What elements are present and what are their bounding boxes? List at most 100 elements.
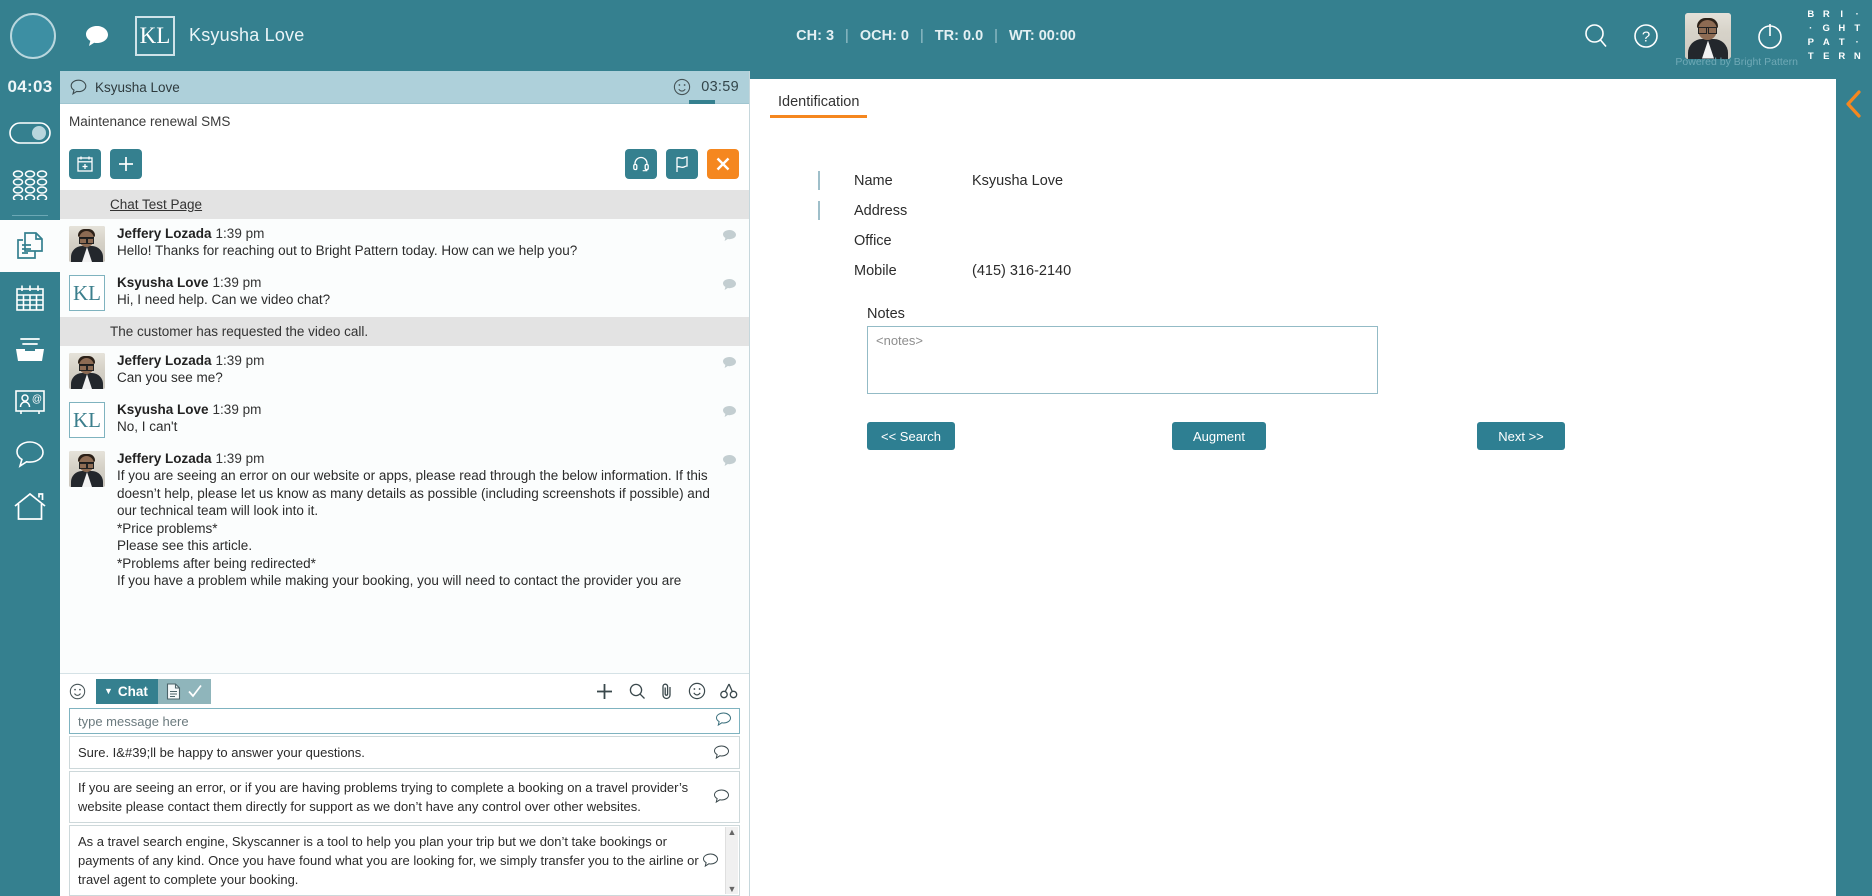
session-clock: 04:03 bbox=[7, 77, 53, 96]
search-icon[interactable] bbox=[1571, 11, 1621, 61]
message-author: Jeffery Lozada bbox=[117, 226, 212, 241]
stat-wt: WT: 00:00 bbox=[1008, 27, 1076, 44]
suggestion-item[interactable]: As a travel search engine, Skyscanner is… bbox=[69, 825, 740, 896]
document-icon[interactable] bbox=[166, 682, 181, 700]
search-button[interactable]: << Search bbox=[867, 422, 955, 450]
sidebar-item-home[interactable] bbox=[0, 480, 60, 532]
field-value-address bbox=[972, 196, 1872, 226]
message-bubble-icon[interactable] bbox=[722, 278, 737, 292]
chat-bubble-icon bbox=[70, 79, 87, 95]
suggestion-text: Sure. I&#39;ll be happy to answer your q… bbox=[78, 745, 365, 760]
smiley-icon[interactable] bbox=[673, 78, 691, 96]
sidebar-item-inbox[interactable] bbox=[0, 324, 60, 376]
message-bubble-icon[interactable] bbox=[722, 356, 737, 370]
composer-mode-selector[interactable]: ▼ Chat bbox=[96, 678, 211, 704]
message-bubble-icon[interactable] bbox=[722, 405, 737, 419]
sidebar-item-calendar[interactable] bbox=[0, 272, 60, 324]
chat-timer: 03:59 bbox=[701, 79, 739, 95]
chat-bubble-icon[interactable] bbox=[85, 25, 109, 47]
message-content: Jeffery Lozada 1:39 pm Can you see me? bbox=[117, 353, 749, 389]
contact-card-icon: @ bbox=[14, 388, 46, 416]
stat-och: OCH: 0 bbox=[859, 27, 910, 44]
sidebar-item-cases[interactable] bbox=[0, 220, 60, 272]
logo-letter: I bbox=[1840, 9, 1844, 20]
flag-button[interactable] bbox=[666, 149, 698, 179]
chat-composer: ▼ Chat type message here Sure. I&#39;ll … bbox=[60, 673, 749, 896]
calendar-icon bbox=[14, 282, 46, 314]
tab-identification[interactable]: Identification bbox=[770, 94, 868, 118]
message-input[interactable]: type message here bbox=[69, 708, 740, 734]
svg-text:?: ? bbox=[1642, 28, 1650, 45]
agent-initials-badge: KL bbox=[135, 15, 175, 56]
field-value-office bbox=[972, 226, 1872, 256]
agent-state-circle[interactable] bbox=[10, 12, 56, 59]
checkbox-cell bbox=[818, 201, 854, 220]
suggestion-send-icon[interactable] bbox=[713, 789, 730, 805]
suggestion-send-icon[interactable] bbox=[702, 852, 719, 869]
field-label-address: Address bbox=[854, 203, 908, 219]
logo-letter: R bbox=[1822, 9, 1830, 20]
suggestion-send-icon[interactable] bbox=[713, 744, 730, 761]
suggestion-item[interactable]: If you are seeing an error, or if you ar… bbox=[69, 771, 740, 823]
composer-mode-chat[interactable]: ▼ Chat bbox=[96, 678, 158, 704]
message-meta: Ksyusha Love 1:39 pm bbox=[117, 402, 711, 417]
augment-button[interactable]: Augment bbox=[1172, 422, 1266, 450]
message-row: Jeffery Lozada 1:39 pm Hello! Thanks for … bbox=[60, 219, 749, 268]
message-time: 1:39 pm bbox=[215, 353, 265, 368]
sidebar-item-chat[interactable] bbox=[0, 428, 60, 480]
bright-pattern-logo: B R I · · G H T P A T · T E R N bbox=[1803, 8, 1865, 63]
add-button[interactable] bbox=[110, 149, 142, 179]
message-time: 1:39 pm bbox=[215, 226, 265, 241]
close-interaction-button[interactable] bbox=[707, 149, 739, 179]
composer-tools bbox=[595, 682, 739, 701]
message-author: Ksyusha Love bbox=[117, 275, 209, 290]
power-icon[interactable] bbox=[1745, 11, 1795, 61]
panel-button-row: << Search Augment Next >> bbox=[867, 422, 1872, 452]
paperclip-icon[interactable] bbox=[660, 682, 674, 700]
message-content: Jeffery Lozada 1:39 pm Hello! Thanks for … bbox=[117, 226, 749, 262]
chat-test-page-link-label: Chat Test Page bbox=[110, 197, 203, 212]
chat-tab-bar: Ksyusha Love 03:59 bbox=[60, 71, 749, 104]
message-bubble-icon[interactable] bbox=[722, 229, 737, 243]
help-icon[interactable]: ? bbox=[1621, 11, 1671, 61]
collapse-panel-button[interactable] bbox=[1836, 71, 1872, 896]
check-icon[interactable] bbox=[187, 683, 203, 699]
stat-separator: | bbox=[994, 27, 998, 44]
smiley-icon[interactable] bbox=[69, 683, 86, 700]
chat-transcript[interactable]: Chat Test Page Jeffery Lozada 1:39 pm Hel… bbox=[60, 190, 749, 673]
scroll-down-icon[interactable]: ▼ bbox=[728, 884, 737, 894]
plus-icon[interactable] bbox=[595, 682, 614, 701]
suggestion-text: If you are seeing an error, or if you ar… bbox=[78, 780, 689, 814]
checkbox-address[interactable] bbox=[818, 201, 820, 220]
top-bar: KL Ksyusha Love CH: 3 | OCH: 0 | TR: 0.0… bbox=[0, 0, 1872, 71]
scroll-up-icon[interactable]: ▲ bbox=[728, 827, 737, 837]
suggestion-item[interactable]: Sure. I&#39;ll be happy to answer your q… bbox=[69, 736, 740, 769]
svg-text:@: @ bbox=[32, 394, 42, 405]
transfer-to-agent-button[interactable] bbox=[625, 149, 657, 179]
notes-input[interactable]: <notes> bbox=[867, 326, 1378, 394]
emoji-icon[interactable] bbox=[688, 682, 706, 700]
logo-letter: P bbox=[1807, 37, 1814, 48]
suggestion-scrollbar[interactable]: ▲ ▼ bbox=[725, 827, 738, 894]
logo-letter: · bbox=[1855, 9, 1859, 20]
search-icon[interactable] bbox=[628, 682, 646, 700]
sidebar-item-status-toggle[interactable] bbox=[0, 107, 60, 159]
chat-test-page-link[interactable]: Chat Test Page bbox=[60, 190, 749, 219]
sidebar-item-dialpad[interactable] bbox=[0, 159, 60, 211]
inbox-tray-icon bbox=[13, 336, 47, 364]
schedule-button[interactable] bbox=[69, 149, 101, 179]
logo-letter: · bbox=[1809, 23, 1813, 34]
scissors-icon[interactable] bbox=[720, 683, 739, 699]
send-bubble-icon[interactable] bbox=[715, 712, 732, 728]
next-button[interactable]: Next >> bbox=[1477, 422, 1565, 450]
chat-tab-label[interactable]: Ksyusha Love bbox=[95, 80, 180, 95]
chat-action-bar bbox=[60, 138, 749, 190]
avatar[interactable] bbox=[1685, 12, 1731, 59]
message-text: Hello! Thanks for reaching out to Bright… bbox=[117, 243, 578, 258]
checkbox-name[interactable] bbox=[818, 171, 820, 190]
message-bubble-icon[interactable] bbox=[722, 454, 737, 468]
sidebar-item-contacts[interactable]: @ bbox=[0, 376, 60, 428]
flag-icon bbox=[673, 155, 691, 174]
calendar-plus-icon bbox=[76, 155, 94, 173]
message-content: Ksyusha Love 1:39 pm No, I can't bbox=[117, 402, 749, 438]
